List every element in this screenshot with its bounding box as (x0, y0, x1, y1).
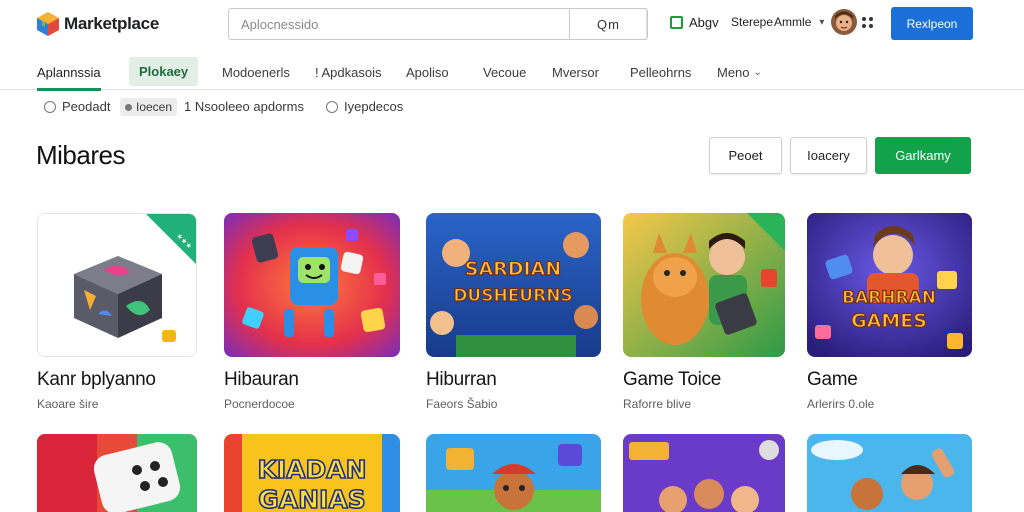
app-card[interactable] (623, 434, 785, 512)
app-card-subtitle: Faeors Šabio (426, 397, 498, 411)
app-card-title: Game Toice (623, 369, 722, 390)
primary-action-button-label: Garlkamy (895, 148, 951, 163)
filter-2[interactable]: 1 Nsooleeo apdorms (184, 99, 304, 114)
app-card-subtitle: Raforre blive (623, 397, 692, 411)
search-button[interactable]: Q m (569, 9, 647, 39)
tab-label: Vecoue (483, 64, 527, 80)
thumb-title-line-1: SARDIAN (465, 258, 561, 280)
thumb-title-line-2: GAMES (851, 310, 927, 332)
app-card-title: Hiburran (426, 369, 497, 390)
tab-label: ! Apdkasois (315, 64, 382, 80)
app-thumbnail (623, 434, 785, 512)
app-card[interactable]: Game Toice Raforre blive (623, 213, 785, 413)
thumb-title-line-1: KIADAN (257, 455, 366, 484)
tab-7[interactable]: Pelleohrns (630, 54, 691, 90)
app-card-subtitle: Arlerirs 0.ole (807, 397, 875, 411)
app-thumbnail (426, 434, 601, 512)
apps-link-label: Abgv (689, 15, 719, 30)
app-card-title: Game (807, 369, 858, 390)
filter-1[interactable]: Ioecen (120, 98, 178, 116)
radio-icon (44, 100, 56, 113)
page-title: Mibares (36, 140, 125, 170)
tab-8[interactable]: Meno ⌄ (717, 54, 762, 90)
chip-dot-icon (125, 103, 132, 111)
thumb-title-line-1: BARHRAN (842, 288, 936, 308)
filter-label: Peodadt (62, 99, 111, 114)
app-card[interactable]: KIADAN GANIAS (224, 434, 400, 512)
search-input[interactable] (229, 9, 569, 39)
app-card[interactable] (807, 434, 972, 512)
reset-button[interactable]: Peoet (709, 137, 782, 174)
filter-label: Iyepdecos (344, 99, 404, 114)
app-thumbnail (807, 434, 972, 512)
tab-label: Mversor (552, 64, 599, 80)
app-name: Marketplace (64, 14, 159, 33)
app-card[interactable]: ★★★ Kanr bplyanno Kaoare šire (37, 213, 197, 413)
store-dropdown-label: Sterepe Ammle (731, 15, 812, 29)
tab-4[interactable]: Apoliso (406, 54, 449, 90)
primary-action-button[interactable]: Garlkamy (875, 137, 971, 174)
tab-2[interactable]: Modoenerls (222, 54, 290, 90)
avatar[interactable] (831, 9, 857, 35)
cube-logo-icon (37, 12, 59, 36)
app-thumbnail: ★★★ (37, 213, 197, 357)
tab-label: Meno (717, 64, 750, 80)
app-card[interactable] (37, 434, 197, 512)
tab-1[interactable]: Plokaey (129, 57, 199, 86)
tab-label: Modoenerls (222, 64, 290, 80)
app-thumbnail (37, 434, 197, 512)
filter-0[interactable]: Peodadt (44, 99, 110, 114)
apps-square-icon (670, 16, 683, 29)
search-button-label: Q m (596, 16, 620, 32)
store-dropdown[interactable]: Sterepe Ammle ▾ (731, 15, 824, 29)
filter-chip: Ioecen (120, 98, 178, 116)
radio-icon (326, 100, 338, 113)
avatar-image (831, 9, 857, 35)
app-card-title: Kanr bplyanno (37, 369, 156, 390)
app-card[interactable]: BARHRAN GAMES Game Arlerirs 0.ole (807, 213, 972, 413)
header-primary-button-label: Rexlpeon (906, 16, 958, 31)
tab-0[interactable]: Aplannssia (37, 54, 101, 91)
secondary-button[interactable]: Ioacery (790, 137, 867, 174)
app-thumbnail (623, 213, 785, 357)
chevron-down-icon: ▾ (819, 16, 825, 28)
tab-5[interactable]: Vecoue (483, 54, 526, 90)
tab-3[interactable]: ! Apdkasois (315, 54, 382, 90)
tab-6[interactable]: Mversor (552, 54, 599, 90)
search-bar: Q m (228, 8, 648, 40)
logo[interactable]: Marketplace (36, 11, 159, 37)
thumb-title-line-2: DUSHEURNS (453, 286, 572, 306)
app-card-title: Hibauran (224, 369, 299, 390)
filter-row: Peodadt Ioecen 1 Nsooleeo apdorms Iyepde… (0, 94, 1024, 122)
app-thumbnail: SARDIAN DUSHEURNS (426, 213, 601, 357)
tab-label: Aplannssia (37, 64, 101, 80)
app-thumbnail: KIADAN GANIAS (224, 434, 400, 512)
app-card-subtitle: Kaoare šire (37, 397, 99, 411)
app-thumbnail (224, 213, 400, 357)
app-card-subtitle: Pocnerdocoe (224, 397, 295, 411)
chevron-down-icon: ⌄ (753, 66, 762, 78)
app-card[interactable]: SARDIAN DUSHEURNS Hiburran Faeors Šabio (426, 213, 601, 413)
secondary-button-label: Ioacery (807, 148, 850, 163)
filter-label: 1 Nsooleeo apdorms (184, 99, 304, 114)
tab-label: Pelleohrns (630, 64, 692, 80)
reset-button-label: Peoet (728, 148, 763, 163)
filter-3[interactable]: Iyepdecos (326, 99, 403, 114)
filter-label: Ioecen (136, 100, 173, 114)
top-bar: Marketplace Q m Abgv Sterepe Ammle ▾ Rex… (0, 0, 1024, 48)
app-card[interactable] (426, 434, 601, 512)
app-thumbnail: BARHRAN GAMES (807, 213, 972, 357)
nav-tabs: Aplannssia Plokaey Modoenerls ! Apdkasoi… (0, 54, 1024, 91)
tab-label: Plokaey (139, 64, 189, 79)
apps-link[interactable]: Abgv (670, 15, 719, 30)
dots-icon[interactable] (862, 17, 874, 29)
header-primary-button[interactable]: Rexlpeon (891, 7, 973, 40)
thumb-title-line-2: GANIAS (258, 485, 365, 512)
app-card[interactable]: Hibauran Pocnerdocoe (224, 213, 400, 413)
tab-label: Apoliso (406, 64, 449, 80)
